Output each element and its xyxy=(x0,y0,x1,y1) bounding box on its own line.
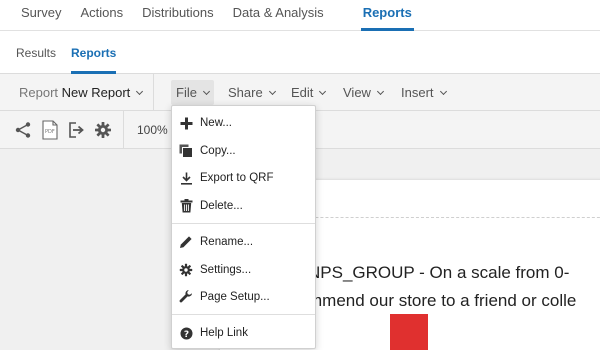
chevron-down-icon xyxy=(136,87,144,96)
zoom-level[interactable]: 100% xyxy=(137,111,168,149)
file-dropdown-menu: New... Copy... Export to QRF Delete... R… xyxy=(171,105,316,349)
menu-item-new[interactable]: New... xyxy=(172,110,315,136)
menu-item-page-setup-label: Page Setup... xyxy=(200,291,270,303)
share-menu-button[interactable]: Share xyxy=(223,80,280,105)
menu-item-copy-label: Copy... xyxy=(200,145,236,157)
share-menu-label: Share xyxy=(228,85,263,100)
edit-menu-label: Edit xyxy=(291,85,314,100)
menu-item-delete-label: Delete... xyxy=(200,200,243,212)
menu-item-copy[interactable]: Copy... xyxy=(172,138,315,164)
view-menu-label: View xyxy=(343,85,371,100)
menu-separator xyxy=(172,223,315,224)
wrench-icon xyxy=(179,290,193,304)
chevron-down-icon xyxy=(268,87,276,96)
menu-item-export-qrf-label: Export to QRF xyxy=(200,172,274,184)
subtab-reports[interactable]: Reports xyxy=(71,31,117,74)
chevron-down-icon xyxy=(439,87,447,96)
share-icon[interactable] xyxy=(14,121,32,139)
chart-title-line-1: NPS_GROUP - On a scale from 0- xyxy=(308,263,570,282)
pdf-icon-text: PDF xyxy=(45,129,55,135)
file-menu-button[interactable]: File xyxy=(171,80,214,105)
report-name: New Report xyxy=(61,85,131,100)
icon-toolbar-divider xyxy=(123,111,124,149)
view-menu-button[interactable]: View xyxy=(338,80,388,105)
menu-item-delete[interactable]: Delete... xyxy=(172,193,315,219)
report-selector[interactable]: Report New Report xyxy=(19,74,144,111)
sub-navigation: Results Reports xyxy=(0,31,600,74)
export-icon[interactable] xyxy=(67,121,85,139)
subtab-results[interactable]: Results xyxy=(16,31,56,74)
menu-item-help-link-label: Help Link xyxy=(200,327,248,339)
menu-item-help-link[interactable]: ? Help Link xyxy=(172,320,315,346)
menu-item-page-setup[interactable]: Page Setup... xyxy=(172,284,315,310)
chart-title-line-2: mmend our store to a friend or colle xyxy=(308,291,577,310)
menu-item-rename-label: Rename... xyxy=(200,236,254,248)
menu-separator xyxy=(172,314,315,315)
chevron-down-icon xyxy=(319,87,327,96)
plus-icon xyxy=(179,116,193,130)
menu-item-new-label: New... xyxy=(200,117,232,129)
chart-bar[interactable] xyxy=(390,314,428,350)
report-label: Report xyxy=(19,85,59,100)
menu-item-settings-label: Settings... xyxy=(200,264,252,276)
pdf-icon[interactable]: PDF xyxy=(41,120,59,140)
menu-item-rename[interactable]: Rename... xyxy=(172,229,315,255)
edit-menu-button[interactable]: Edit xyxy=(286,80,330,105)
chevron-down-icon xyxy=(202,87,210,96)
tab-data-analysis[interactable]: Data & Analysis xyxy=(231,0,326,31)
insert-menu-label: Insert xyxy=(401,85,434,100)
pencil-icon xyxy=(179,235,193,249)
insert-menu-button[interactable]: Insert xyxy=(396,80,451,105)
toolbar-divider xyxy=(153,74,154,111)
tab-survey[interactable]: Survey xyxy=(19,0,63,31)
tab-actions[interactable]: Actions xyxy=(78,0,125,31)
menu-item-export-qrf[interactable]: Export to QRF xyxy=(172,165,315,191)
chart-title[interactable]: NPS_GROUP - On a scale from 0- mmend our… xyxy=(308,259,600,315)
top-navigation: Survey Actions Distributions Data & Anal… xyxy=(0,0,600,31)
download-icon xyxy=(179,171,193,185)
menu-item-settings[interactable]: Settings... xyxy=(172,257,315,283)
file-menu-label: File xyxy=(176,85,197,100)
gear-icon xyxy=(179,263,193,277)
svg-text:?: ? xyxy=(183,330,188,340)
copy-icon xyxy=(179,144,193,158)
chevron-down-icon xyxy=(376,87,384,96)
trash-icon xyxy=(179,199,193,213)
tab-reports[interactable]: Reports xyxy=(360,0,414,31)
tab-distributions[interactable]: Distributions xyxy=(140,0,216,31)
help-icon: ? xyxy=(179,326,193,340)
gear-icon[interactable] xyxy=(94,121,112,139)
